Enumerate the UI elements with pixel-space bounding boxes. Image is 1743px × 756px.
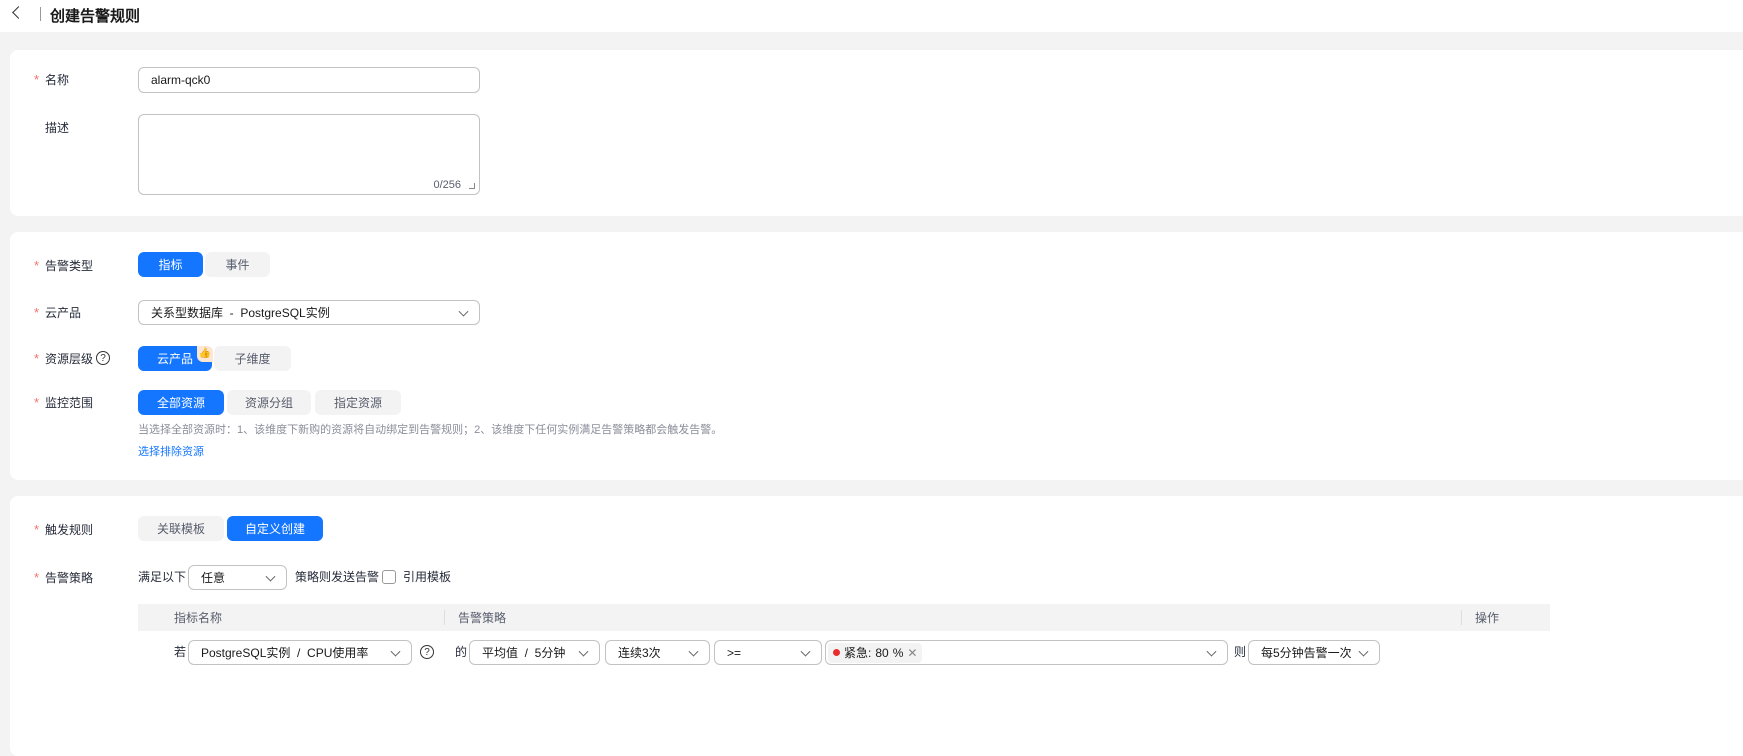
match-value: 任意 xyxy=(201,571,226,585)
threshold-select[interactable]: 紧急: 80 % ✕ xyxy=(825,640,1228,665)
scope-label: 监控范围 xyxy=(45,396,94,410)
scope-hint: 当选择全部资源时：1、该维度下新购的资源将自动绑定到告警规则；2、该维度下任何实… xyxy=(138,424,723,436)
chevron-down-icon xyxy=(265,571,276,582)
product-label: 云产品 xyxy=(45,306,82,320)
critical-dot-icon xyxy=(833,649,840,656)
col-metric: 指标名称 xyxy=(174,611,223,625)
notify-select[interactable]: 每5分钟告警一次 xyxy=(1248,640,1380,665)
then-text: 则 xyxy=(1234,645,1247,659)
chevron-down-icon xyxy=(390,646,401,657)
chevron-down-icon xyxy=(458,306,469,317)
chevron-down-icon xyxy=(688,646,699,657)
required-star: * xyxy=(34,395,40,410)
required-star: * xyxy=(34,305,40,320)
metric-select[interactable]: PostgreSQL实例 / CPU使用率 xyxy=(188,640,412,665)
page-header: 创建告警规则 xyxy=(0,0,1743,32)
policy-label: 告警策略 xyxy=(45,571,94,585)
help-icon[interactable]: ? xyxy=(420,645,434,659)
if-text: 若 xyxy=(174,645,187,659)
required-star: * xyxy=(34,258,40,273)
rule-custom[interactable]: 自定义创建 xyxy=(227,516,323,541)
name-label: 名称 xyxy=(45,73,70,87)
match-select[interactable]: 任意 xyxy=(188,565,287,590)
scope-specific[interactable]: 指定资源 xyxy=(315,390,401,415)
of-text: 的 xyxy=(455,645,468,659)
col-divider xyxy=(1461,610,1462,625)
name-value: alarm-qck0 xyxy=(151,73,211,87)
required-star: * xyxy=(34,72,40,87)
exclude-resources-link[interactable]: 选择排除资源 xyxy=(138,445,204,459)
notify-value: 每5分钟告警一次 xyxy=(1261,646,1352,660)
alarm-type-label: 告警类型 xyxy=(45,259,94,273)
threshold-tag: 紧急: 80 % ✕ xyxy=(828,642,923,663)
level-text: 紧急: xyxy=(844,646,872,660)
times-select[interactable]: 连续3次 xyxy=(605,640,710,665)
desc-label: 描述 xyxy=(45,121,70,135)
required-star: * xyxy=(34,351,40,366)
policy-prefix: 满足以下 xyxy=(138,570,187,584)
alarm-type-metric[interactable]: 指标 xyxy=(138,252,203,277)
desc-textarea[interactable]: 0/256 xyxy=(138,114,480,195)
alarm-type-event[interactable]: 事件 xyxy=(205,252,270,277)
policy-suffix: 策略则发送告警 xyxy=(295,570,380,584)
metric-value: PostgreSQL实例 / CPU使用率 xyxy=(201,646,369,660)
stat-select[interactable]: 平均值 / 5分钟 xyxy=(469,640,600,665)
trigger-rule-label: 触发规则 xyxy=(45,523,94,537)
header-divider xyxy=(40,7,41,21)
times-value: 连续3次 xyxy=(618,646,661,660)
col-policy: 告警策略 xyxy=(458,611,507,625)
chevron-down-icon xyxy=(1206,646,1217,657)
rule-template[interactable]: 关联模板 xyxy=(138,516,224,541)
use-template-checkbox[interactable] xyxy=(382,570,396,584)
help-icon[interactable]: ? xyxy=(96,351,110,365)
operator-select[interactable]: >= xyxy=(714,640,822,665)
product-select[interactable]: 关系型数据库 - PostgreSQL实例 xyxy=(138,300,480,325)
page-title: 创建告警规则 xyxy=(50,8,141,25)
chevron-down-icon xyxy=(578,646,589,657)
stat-value: 平均值 / 5分钟 xyxy=(482,646,566,660)
level-label: 资源层级 xyxy=(45,352,94,366)
close-icon[interactable]: ✕ xyxy=(907,646,917,660)
scope-all[interactable]: 全部资源 xyxy=(138,390,224,415)
name-input[interactable]: alarm-qck0 xyxy=(138,67,480,93)
back-icon[interactable] xyxy=(12,6,25,19)
thumbs-up-icon: 👍 xyxy=(197,346,213,362)
operator-value: >= xyxy=(727,645,742,660)
table-header: 指标名称 告警策略 操作 xyxy=(138,604,1550,631)
chevron-down-icon xyxy=(1358,646,1369,657)
required-star: * xyxy=(34,570,40,585)
chevron-down-icon xyxy=(800,646,811,657)
col-action: 操作 xyxy=(1475,611,1500,625)
scope-group[interactable]: 资源分组 xyxy=(227,390,311,415)
resize-handle-icon[interactable] xyxy=(469,183,475,189)
product-value: 关系型数据库 - PostgreSQL实例 xyxy=(151,306,330,320)
use-template-label: 引用模板 xyxy=(403,570,452,584)
desc-counter: 0/256 xyxy=(433,179,461,191)
col-divider xyxy=(444,610,445,625)
unit-text: % xyxy=(892,645,904,660)
threshold-value: 80 xyxy=(875,645,889,660)
required-star: * xyxy=(34,522,40,537)
level-subdimension[interactable]: 子维度 xyxy=(214,346,291,371)
